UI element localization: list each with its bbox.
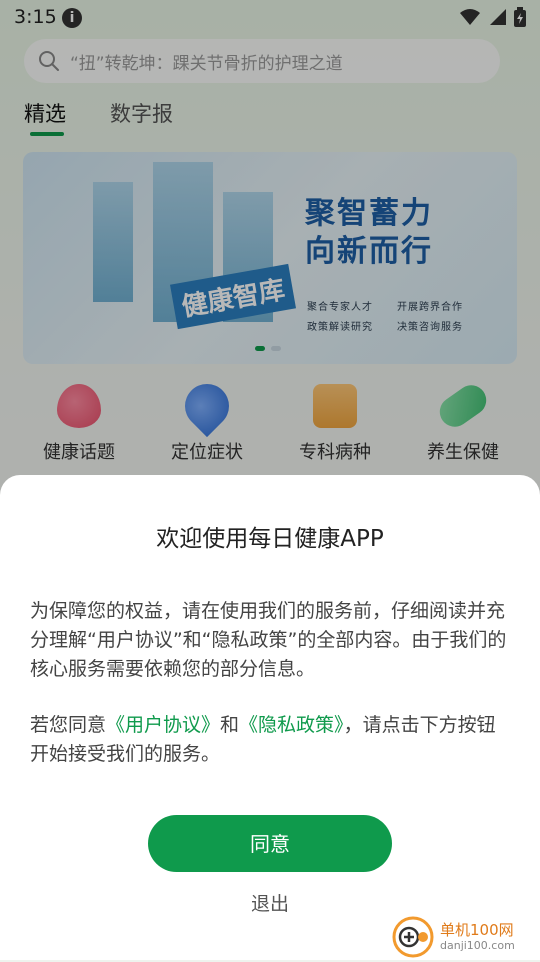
exit-button[interactable]: 退出 — [0, 889, 540, 916]
dialog-paragraph: 为保障您的权益，请在使用我们的服务前，仔细阅读并充分理解“用户协议”和“隐私政策… — [30, 600, 507, 680]
user-agreement-link[interactable]: 《用户协议》 — [106, 714, 220, 736]
dialog-title: 欢迎使用每日健康APP — [156, 526, 384, 552]
site-watermark: 单机100网 danji100.com — [392, 916, 515, 958]
watermark-url: danji100.com — [440, 939, 515, 952]
privacy-policy-link[interactable]: 《隐私政策》 — [239, 714, 344, 736]
dialog-text: 若您同意 — [30, 714, 107, 736]
privacy-dialog: 欢迎使用每日健康APP 为保障您的权益，请在使用我们的服务前，仔细阅读并充分理解… — [0, 475, 540, 960]
watermark-logo-icon — [392, 916, 434, 958]
watermark-name: 单机100网 — [440, 921, 514, 939]
dialog-text: 和 — [220, 714, 240, 736]
dialog-paragraph: 若您同意《用户协议》和《隐私政策》，请点击下方按钮开始接受我们的服务。 — [30, 711, 508, 769]
agree-button[interactable]: 同意 — [148, 815, 392, 872]
